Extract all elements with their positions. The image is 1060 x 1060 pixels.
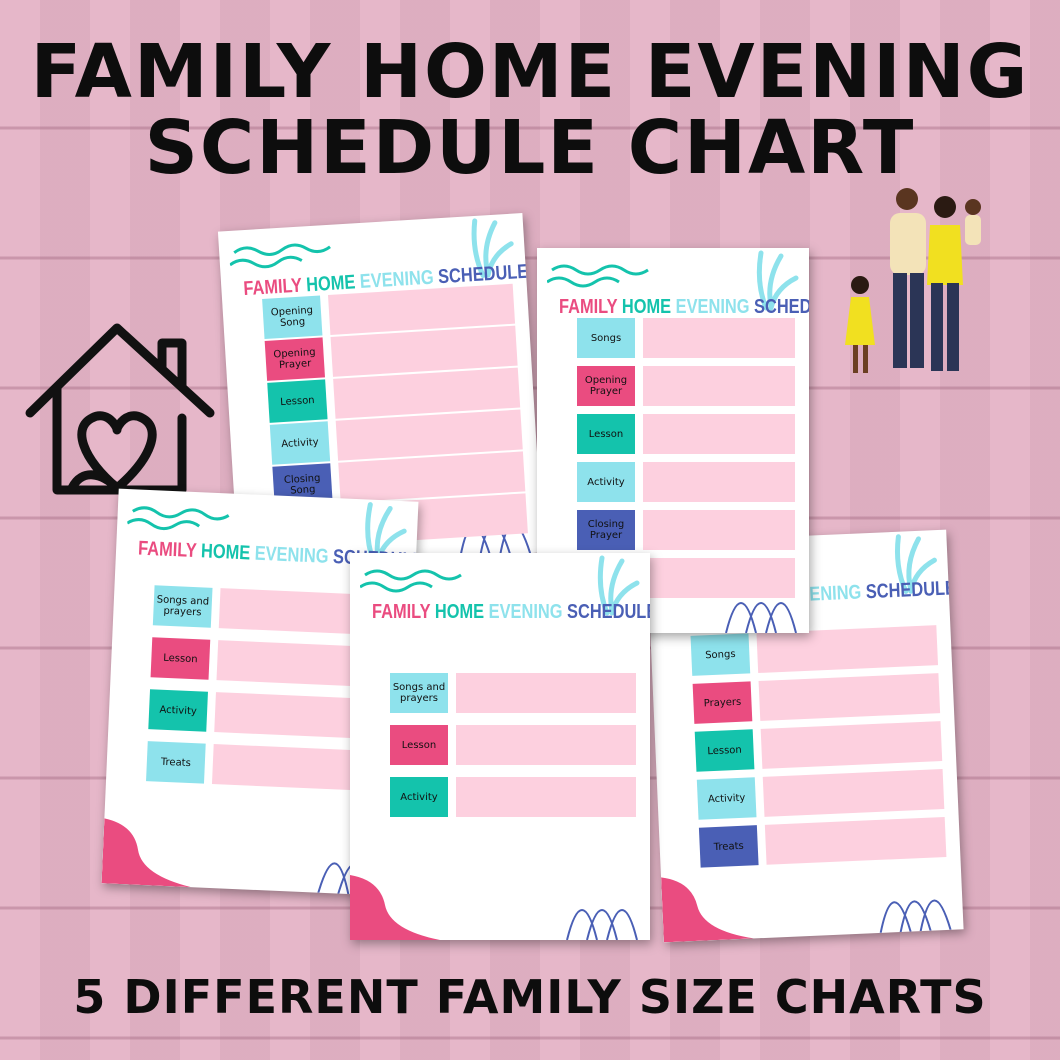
row-label: Prayers	[692, 681, 753, 724]
row-entry-field	[760, 721, 943, 769]
house-heart-icon	[25, 323, 215, 495]
headline-line-2: SCHEDULE CHART	[144, 105, 916, 191]
arch-decoration	[566, 909, 638, 940]
row-label: Lesson	[150, 637, 211, 680]
footer-tagline: 5 DIFFERENT FAMILY SIZE CHARTS	[73, 970, 987, 1024]
blob-decoration	[350, 875, 440, 940]
wave-decoration	[126, 506, 230, 531]
row-entry-field	[456, 673, 636, 713]
row-label: Closing Prayer	[577, 510, 635, 550]
row-entry-field	[456, 777, 636, 817]
row-label: Activity	[269, 421, 331, 465]
schedule-row: Activity	[269, 409, 523, 465]
wave-decoration	[547, 264, 649, 288]
row-label: Songs and prayers	[390, 673, 448, 713]
schedule-row: Lesson	[150, 637, 399, 688]
wave-decoration	[229, 243, 331, 269]
row-label: Activity	[577, 462, 635, 502]
arch-decoration	[879, 899, 952, 934]
row-entry-field	[762, 769, 945, 817]
schedule-row: Songs	[690, 625, 939, 676]
schedule-row: Activity	[148, 689, 396, 740]
row-entry-field	[764, 816, 947, 865]
row-label: Lesson	[694, 729, 755, 772]
row-label: Songs	[577, 318, 635, 358]
schedule-row: Activity	[696, 769, 945, 820]
schedule-row: Opening Song	[262, 283, 516, 339]
schedule-row: Treats	[698, 816, 947, 868]
row-entry-field	[643, 414, 795, 454]
schedule-row: Opening Prayer	[264, 325, 518, 381]
row-entry-field	[643, 366, 795, 406]
row-entry-field	[456, 725, 636, 765]
card-title: FAMILY HOME EVENING SCHEDULE	[559, 296, 809, 318]
schedule-row: Lesson	[267, 367, 521, 423]
blob-decoration	[661, 877, 754, 943]
row-label: Lesson	[577, 414, 635, 454]
schedule-row: Lesson	[694, 721, 943, 772]
row-label: Opening Prayer	[577, 366, 635, 406]
blob-decoration	[101, 818, 192, 888]
row-entry-field	[758, 673, 941, 721]
schedule-row: Songs and prayers	[152, 585, 401, 636]
row-label: Opening Prayer	[264, 337, 326, 381]
row-label: Lesson	[267, 379, 328, 423]
row-label: Opening Song	[262, 295, 323, 339]
row-label: Treats	[698, 825, 759, 868]
row-label: Treats	[146, 741, 206, 784]
row-entry-field	[643, 558, 795, 598]
row-entry-field	[643, 510, 795, 550]
row-entry-field	[643, 462, 795, 502]
row-label: Lesson	[390, 725, 448, 765]
wave-decoration	[360, 569, 462, 593]
row-label: Activity	[148, 689, 208, 732]
schedule-card-preview: FAMILY HOME EVENING SCHEDULE Songs and p…	[350, 553, 650, 940]
row-label: Songs	[690, 633, 751, 676]
schedule-row: Treats	[146, 741, 394, 792]
row-label: Songs and prayers	[152, 585, 213, 628]
card-title: FAMILY HOME EVENING SCHEDULE	[372, 601, 650, 623]
row-label: Activity	[696, 777, 757, 820]
row-label: Activity	[390, 777, 448, 817]
headline-line-1: FAMILY HOME EVENING	[30, 29, 1030, 115]
row-entry-field	[643, 318, 795, 358]
family-illustration	[845, 188, 981, 373]
schedule-row: Prayers	[692, 673, 941, 724]
